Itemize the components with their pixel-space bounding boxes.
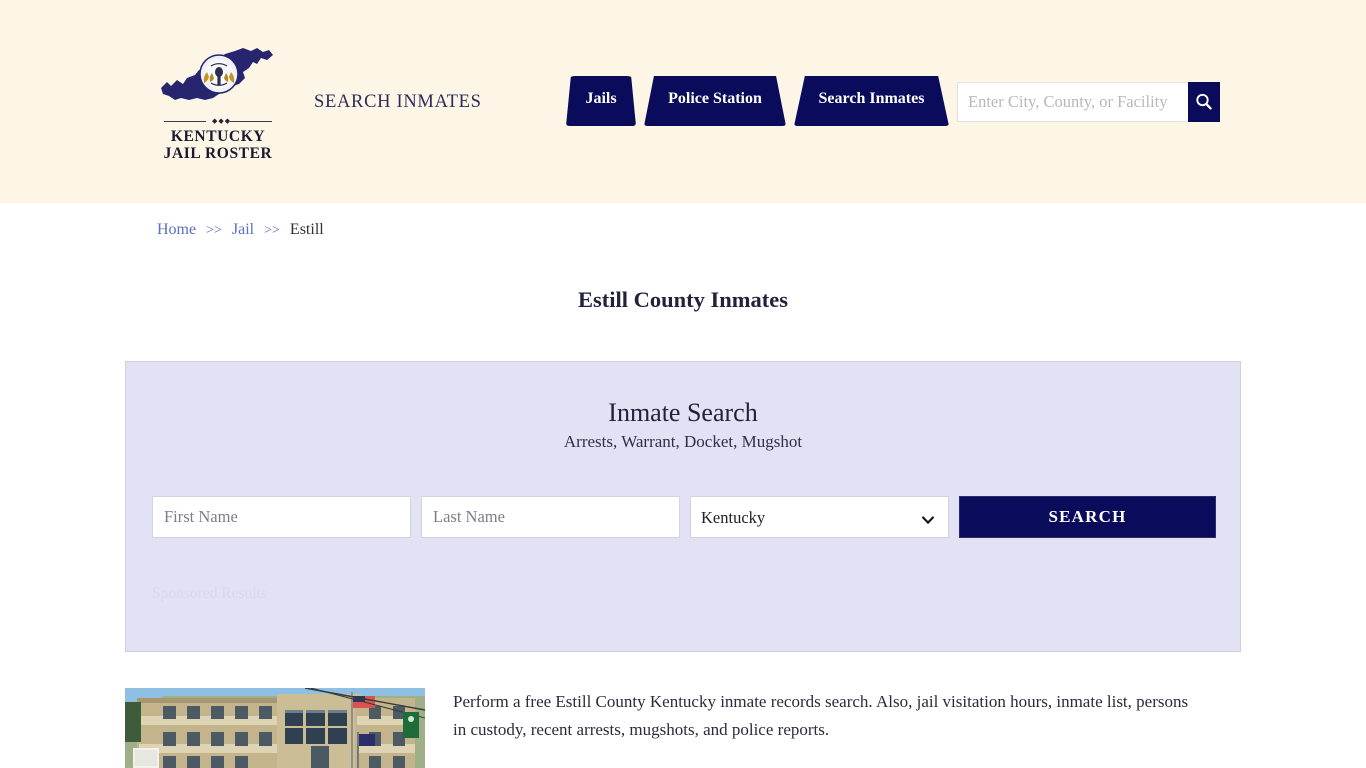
breadcrumb-item-current: Estill [289,221,324,238]
nav-button-police-station[interactable]: Police Station [644,76,786,126]
header-search-button[interactable] [1188,82,1220,122]
sponsored-results-label: Sponsored Results [152,585,267,602]
inmate-search-panel: Inmate Search Arrests, Warrant, Docket, … [125,361,1241,652]
header-search-input[interactable] [957,82,1189,122]
content-body: Perform a free Estill County Kentucky in… [453,688,1198,768]
inmate-search-form: Kentucky SEARCH [152,496,1216,538]
logo-text-line1: KENTUCKY [170,128,266,145]
content-paragraph: Perform a free Estill County Kentucky in… [453,692,1189,739]
breadcrumb-item-home[interactable]: Home [157,221,196,238]
logo-divider-ornament: ◆◆◆ [164,118,272,125]
panel-title: Inmate Search [608,398,758,427]
breadcrumb: Home >> Jail >> Estill [157,221,324,239]
first-name-input[interactable] [152,496,411,538]
content-section: Perform a free Estill County Kentucky in… [0,688,1366,768]
estill-county-courthouse-photo[interactable] [125,688,425,768]
state-select[interactable]: Kentucky [690,496,949,538]
site-header: ◆◆◆ KENTUCKY JAIL ROSTER SEARCH INMATES … [0,0,1366,203]
brand-tagline: SEARCH INMATES [314,92,482,112]
search-icon [1188,92,1220,112]
header-search [957,82,1220,122]
page-title: Estill County Inmates [577,287,789,313]
nav-button-search-inmates[interactable]: Search Inmates [794,76,949,126]
breadcrumb-item-jail[interactable]: Jail [232,221,254,238]
breadcrumb-separator: >> [264,223,280,238]
search-submit-button[interactable]: SEARCH [959,496,1216,538]
nav-button-jails[interactable]: Jails [566,76,636,126]
panel-subtitle: Arrests, Warrant, Docket, Mugshot [563,432,803,451]
breadcrumb-separator: >> [206,223,222,238]
last-name-input[interactable] [421,496,680,538]
logo-text-line2: JAIL ROSTER [163,145,273,162]
site-logo[interactable]: ◆◆◆ KENTUCKY JAIL ROSTER [157,42,279,162]
kentucky-state-map-seal-icon [157,42,279,114]
